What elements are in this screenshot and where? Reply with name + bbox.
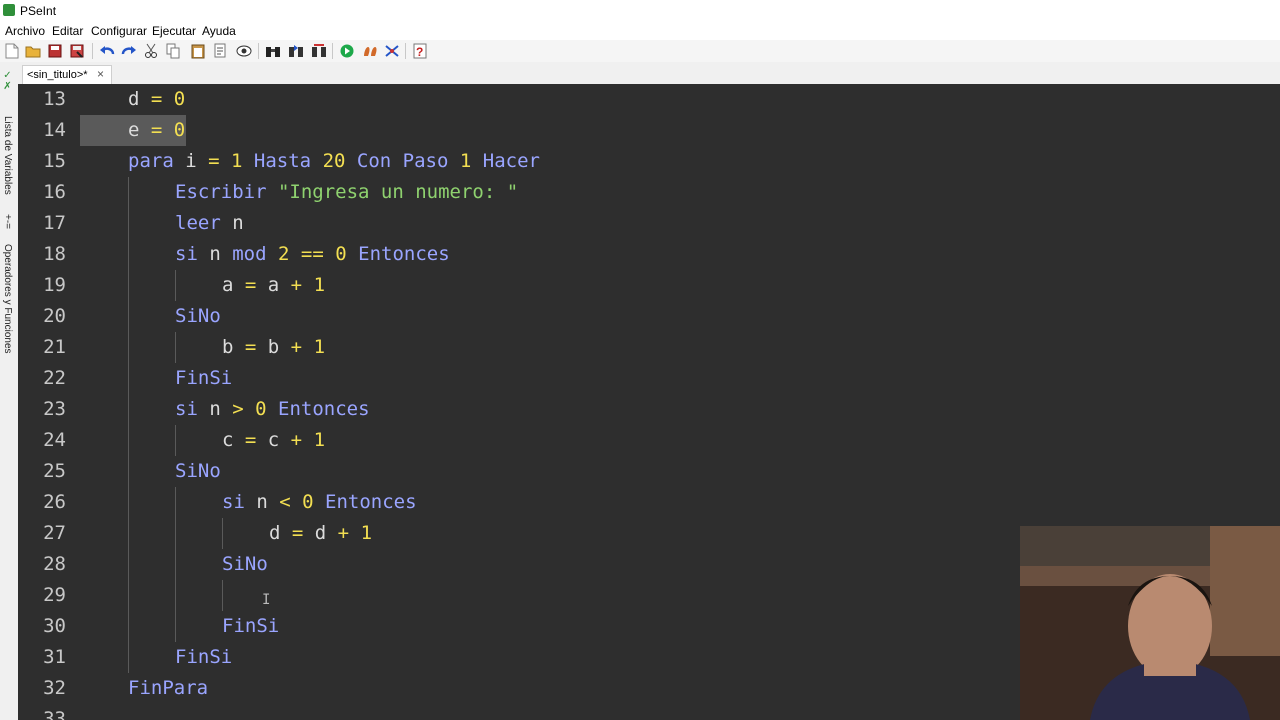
line-number: 16 bbox=[43, 181, 66, 203]
save-icon[interactable] bbox=[46, 42, 64, 60]
tab-label: <sin_titulo>* bbox=[27, 69, 88, 81]
variables-panel-tab[interactable]: Lista de Variables bbox=[2, 116, 13, 195]
indent-guide bbox=[175, 425, 176, 456]
line-number: 19 bbox=[43, 274, 66, 296]
copy-icon[interactable] bbox=[164, 42, 182, 60]
line-number: 23 bbox=[43, 398, 66, 420]
code-line-21: b = b + 1 bbox=[222, 336, 326, 358]
line-number: 33 bbox=[43, 708, 66, 720]
code-line-32: FinPara bbox=[128, 677, 209, 699]
paste-icon[interactable] bbox=[189, 42, 207, 60]
line-number: 32 bbox=[43, 677, 66, 699]
new-file-icon[interactable] bbox=[3, 42, 21, 60]
code-line-25: SiNo bbox=[175, 460, 221, 482]
menu-configurar[interactable]: Configurar bbox=[91, 24, 147, 38]
line-number: 18 bbox=[43, 243, 66, 265]
binoculars-icon[interactable] bbox=[264, 42, 282, 60]
line-number: 21 bbox=[43, 336, 66, 358]
operators-panel-tab[interactable]: Operadores y Funciones bbox=[2, 244, 13, 354]
menu-ayuda[interactable]: Ayuda bbox=[202, 24, 236, 38]
replace-icon[interactable] bbox=[310, 42, 328, 60]
line-number: 17 bbox=[43, 212, 66, 234]
code-line-17: leer n bbox=[175, 212, 244, 234]
paste-special-icon[interactable] bbox=[212, 42, 230, 60]
cut-icon[interactable] bbox=[142, 42, 160, 60]
indent-guide bbox=[175, 332, 176, 363]
toolbar: ? bbox=[0, 40, 1280, 62]
code-line-27: d = d + 1 bbox=[269, 522, 373, 544]
line-number: 27 bbox=[43, 522, 66, 544]
indent-guide bbox=[128, 177, 129, 673]
indent-guide bbox=[222, 518, 223, 549]
line-number: 25 bbox=[43, 460, 66, 482]
indent-guide bbox=[175, 270, 176, 301]
operators-panel-icon[interactable]: +-= bbox=[2, 214, 13, 229]
line-number: 20 bbox=[43, 305, 66, 327]
line-number: 31 bbox=[43, 646, 66, 668]
pseint-app-icon bbox=[3, 4, 15, 16]
find-icon[interactable] bbox=[235, 42, 253, 60]
line-number: 26 bbox=[43, 491, 66, 513]
tab-sin-titulo[interactable]: <sin_titulo>* × bbox=[22, 65, 112, 85]
undo-icon[interactable] bbox=[98, 42, 116, 60]
tab-bar: <sin_titulo>* × bbox=[18, 62, 1280, 85]
code-line-18: si n mod 2 == 0 Entonces bbox=[175, 243, 450, 265]
code-line-28: SiNo bbox=[222, 553, 268, 575]
code-line-20: SiNo bbox=[175, 305, 221, 327]
help-icon[interactable]: ? bbox=[411, 42, 429, 60]
code-line-26: si n < 0 Entonces bbox=[222, 491, 417, 513]
line-number: 28 bbox=[43, 553, 66, 575]
save-as-icon[interactable] bbox=[68, 42, 86, 60]
code-line-23: si n > 0 Entonces bbox=[175, 398, 370, 420]
redo-icon[interactable] bbox=[120, 42, 138, 60]
line-number: 14 bbox=[43, 119, 66, 141]
menu-archivo[interactable]: Archivo bbox=[5, 24, 45, 38]
line-number: 15 bbox=[43, 150, 66, 172]
code-line-31: FinSi bbox=[175, 646, 233, 668]
step-by-step-icon[interactable] bbox=[361, 42, 379, 60]
code-line-14: e = 0 bbox=[128, 119, 186, 141]
presenter-video-icon bbox=[1020, 526, 1280, 720]
code-line-15: para i = 1 Hasta 20 Con Paso 1 Hacer bbox=[128, 150, 540, 172]
line-number: 29 bbox=[43, 584, 66, 606]
debug-icon[interactable] bbox=[383, 42, 401, 60]
line-number: 22 bbox=[43, 367, 66, 389]
code-line-30: FinSi bbox=[222, 615, 280, 637]
side-panel: ✓✗ Lista de Variables +-= Operadores y F… bbox=[0, 62, 19, 720]
title-bar: PSeInt bbox=[0, 0, 1280, 22]
line-number-gutter: 13 14 15 16 17 18 19 20 21 22 23 24 25 2… bbox=[18, 84, 80, 720]
line-number: 24 bbox=[43, 429, 66, 451]
code-line-24: c = c + 1 bbox=[222, 429, 326, 451]
text-cursor-icon: I bbox=[262, 592, 271, 608]
code-line-13: d = 0 bbox=[128, 88, 186, 110]
variables-panel-icon[interactable]: ✓✗ bbox=[2, 70, 13, 92]
code-line-16: Escribir "Ingresa un numero: " bbox=[175, 181, 519, 203]
webcam-overlay bbox=[1020, 526, 1280, 720]
menu-bar: Archivo Editar Configurar Ejecutar Ayuda bbox=[0, 22, 1280, 40]
find-next-icon[interactable] bbox=[287, 42, 305, 60]
line-number: 30 bbox=[43, 615, 66, 637]
window-title: PSeInt bbox=[20, 4, 57, 18]
menu-editar[interactable]: Editar bbox=[52, 24, 83, 38]
code-line-19: a = a + 1 bbox=[222, 274, 326, 296]
open-folder-icon[interactable] bbox=[24, 42, 42, 60]
indent-guide bbox=[222, 580, 223, 611]
run-icon[interactable] bbox=[338, 42, 356, 60]
code-line-22: FinSi bbox=[175, 367, 233, 389]
menu-ejecutar[interactable]: Ejecutar bbox=[152, 24, 196, 38]
line-number: 13 bbox=[43, 88, 66, 110]
close-icon[interactable]: × bbox=[97, 67, 104, 81]
svg-text:?: ? bbox=[416, 45, 423, 59]
indent-guide bbox=[175, 487, 176, 642]
